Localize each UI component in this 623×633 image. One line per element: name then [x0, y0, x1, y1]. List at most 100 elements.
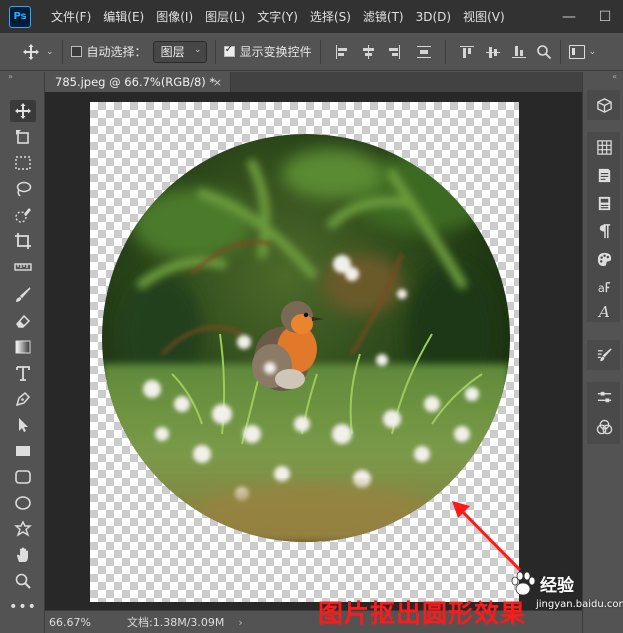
menu-image[interactable]: 图像(I) — [156, 8, 193, 25]
maximize-button[interactable]: ☐ — [587, 9, 623, 25]
ruler-icon — [14, 263, 32, 271]
menu-file[interactable]: 文件(F) — [51, 8, 91, 25]
move-tool-preset-icon[interactable] — [22, 43, 40, 61]
move-tool[interactable] — [10, 100, 36, 122]
zoom-level-field[interactable]: 66.67% — [45, 616, 97, 629]
marquee-tool[interactable] — [10, 152, 36, 174]
gradient-tool[interactable] — [10, 336, 36, 358]
menu-edit[interactable]: 编辑(E) — [103, 8, 144, 25]
glyphs-icon: a — [597, 281, 610, 295]
workspace-switcher-icon[interactable] — [568, 44, 585, 59]
adjustments-panel-button[interactable] — [595, 388, 613, 406]
align-middle-icon[interactable] — [485, 45, 500, 59]
svg-text:a: a — [597, 281, 604, 295]
pen-tool[interactable] — [10, 388, 36, 410]
brush-settings-panel-button[interactable] — [595, 346, 613, 364]
divider — [319, 39, 321, 64]
menu-select[interactable]: 选择(S) — [310, 8, 351, 25]
channels-panel-button[interactable] — [595, 418, 613, 436]
zoom-icon — [15, 573, 31, 589]
document-size-info: 文档:1.38M/3.09M — [127, 616, 225, 629]
type-tool[interactable] — [10, 362, 36, 384]
quick-select-icon — [15, 208, 31, 223]
search-icon[interactable] — [536, 44, 552, 60]
divider — [444, 39, 446, 64]
close-tab-icon[interactable]: × — [213, 76, 222, 89]
paw-logo-icon — [511, 571, 536, 596]
align-bottom-icon[interactable] — [511, 45, 526, 59]
3d-panel-button[interactable] — [595, 96, 613, 114]
rectangle-icon — [16, 446, 30, 456]
align-center-icon[interactable] — [361, 44, 375, 59]
dropdown-value: 图层 — [160, 45, 185, 59]
menu-layer[interactable]: 图层(L) — [205, 8, 245, 25]
custom-shape-tool[interactable] — [10, 518, 36, 540]
character-panel-button[interactable]: A — [595, 302, 613, 320]
zoom-tool[interactable] — [10, 570, 36, 592]
divider — [61, 39, 63, 64]
paragraph-panel-button[interactable] — [595, 222, 613, 240]
path-select-tool[interactable] — [10, 414, 36, 436]
notes-icon — [598, 168, 610, 182]
edit-toolbar-button[interactable]: ••• — [9, 596, 36, 618]
adjustments-icon — [597, 391, 611, 402]
status-menu-arrow-icon[interactable]: › — [238, 616, 242, 629]
ruler-tool[interactable] — [10, 256, 36, 278]
ellipse-tool[interactable] — [10, 492, 36, 514]
path-select-icon — [19, 418, 28, 432]
channels-icon — [596, 419, 612, 434]
move-icon — [15, 103, 31, 119]
paragraph-icon — [599, 223, 610, 238]
photoshop-logo-icon[interactable]: Ps — [9, 5, 31, 28]
pen-icon — [15, 391, 31, 407]
menu-type[interactable]: 文字(Y) — [257, 8, 298, 25]
color-panel-button[interactable] — [595, 250, 613, 268]
custom-shape-icon — [14, 520, 32, 537]
brush-tool[interactable] — [10, 284, 36, 306]
collapse-toolbar-icon[interactable]: » — [8, 72, 13, 81]
artboard-tool[interactable] — [10, 126, 36, 148]
swatches-panel-button[interactable] — [595, 138, 613, 156]
hand-tool[interactable] — [10, 544, 36, 566]
align-right-icon[interactable] — [387, 44, 401, 59]
panel-group-brush — [587, 340, 620, 370]
gradient-icon — [15, 340, 31, 354]
collapse-panels-icon[interactable]: « — [612, 72, 617, 81]
menu-view[interactable]: 视图(V) — [463, 8, 505, 25]
workspace-chevron-down-icon[interactable]: ⌄ — [589, 47, 597, 57]
brush-icon — [16, 287, 31, 302]
align-top-icon[interactable] — [459, 45, 474, 59]
tools-panel: » ••• — [0, 72, 45, 633]
properties-panel-button[interactable] — [595, 194, 613, 212]
document-tab[interactable]: 785.jpeg @ 66.7%(RGB/8) * × — [45, 72, 231, 92]
rounded-rect-tool[interactable] — [10, 466, 36, 488]
watermark-brand: 经验 — [540, 576, 574, 596]
quick-select-tool[interactable] — [10, 204, 36, 226]
panel-group-properties: a A — [587, 132, 620, 322]
ellipse-icon — [15, 496, 31, 510]
show-transform-label: 显示变换控件 — [239, 45, 312, 59]
auto-select-target-dropdown[interactable]: 图层 ⌄ — [152, 40, 207, 63]
preset-chevron-down-icon[interactable]: ⌄ — [46, 47, 54, 57]
minimize-button[interactable]: — — [551, 9, 587, 25]
eraser-tool[interactable] — [10, 310, 36, 332]
distribute-icon[interactable] — [416, 45, 431, 59]
swatches-icon — [596, 139, 612, 155]
notes-panel-button[interactable] — [595, 166, 613, 184]
circular-photo-robin[interactable] — [102, 134, 510, 542]
crop-tool[interactable] — [10, 230, 36, 252]
lasso-tool[interactable] — [10, 178, 36, 200]
rectangle-tool[interactable] — [10, 440, 36, 462]
color-icon — [597, 252, 611, 266]
glyphs-panel-button[interactable]: a — [595, 278, 613, 296]
document-tab-title: 785.jpeg @ 66.7%(RGB/8) * — [55, 75, 216, 89]
auto-select-checkbox[interactable] — [70, 46, 82, 57]
crop-icon — [15, 233, 31, 249]
menu-3d[interactable]: 3D(D) — [416, 10, 451, 24]
menu-bar: Ps 文件(F) 编辑(E) 图像(I) 图层(L) 文字(Y) 选择(S) 滤… — [0, 0, 623, 33]
menu-filter[interactable]: 滤镜(T) — [363, 8, 404, 25]
align-left-icon[interactable] — [335, 44, 349, 59]
auto-select-label: 自动选择： — [86, 45, 147, 59]
show-transform-checkbox[interactable] — [223, 44, 235, 57]
annotation-caption: 图片抠出圆形效果 — [318, 599, 527, 628]
